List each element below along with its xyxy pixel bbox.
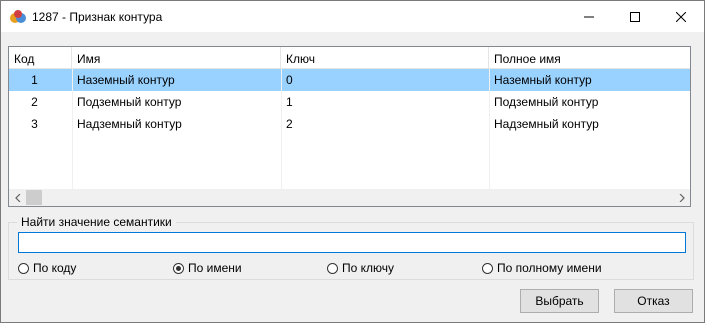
table-row[interactable]: 1 Наземный контур 0 Наземный контур: [9, 69, 690, 91]
app-icon: [10, 10, 26, 23]
radio-label: По имени: [188, 261, 242, 275]
cell-code: 1: [31, 73, 38, 87]
scrollbar-thumb[interactable]: [26, 190, 42, 205]
radio-by-name[interactable]: По имени: [173, 260, 242, 276]
dialog-window: 1287 - Признак контура Код Имя Ключ Полн…: [0, 0, 705, 323]
search-input[interactable]: [18, 232, 686, 253]
close-button[interactable]: [658, 1, 704, 32]
table-row[interactable]: 3 Надземный контур 2 Надземный контур: [9, 113, 690, 135]
cancel-button[interactable]: Отказ: [614, 289, 693, 313]
cell-key: 1: [286, 95, 293, 109]
radio-dot: [482, 262, 493, 274]
chevron-right-icon: [679, 193, 685, 202]
radio-by-full-name[interactable]: По полному имени: [482, 260, 602, 276]
maximize-button[interactable]: [612, 1, 658, 32]
select-button[interactable]: Выбрать: [520, 289, 599, 313]
close-icon: [676, 11, 686, 22]
cell-name: Подземный контур: [77, 95, 182, 109]
scroll-right-button[interactable]: [673, 189, 690, 206]
minimize-button[interactable]: [566, 1, 612, 32]
cell-key: 2: [286, 117, 293, 131]
column-header-name[interactable]: Имя: [72, 47, 281, 69]
column-header-key[interactable]: Ключ: [281, 47, 489, 69]
cell-name: Наземный контур: [77, 73, 175, 87]
cell-full-name: Надземный контур: [494, 117, 599, 131]
table-header: Код Имя Ключ Полное имя: [9, 47, 690, 69]
table-row[interactable]: 2 Подземный контур 1 Подземный контур: [9, 91, 690, 113]
column-divider: [489, 69, 490, 189]
scroll-left-button[interactable]: [9, 189, 26, 206]
minimize-icon: [584, 16, 594, 17]
search-group-label: Найти значение семантики: [17, 215, 176, 229]
cell-code: 2: [31, 95, 38, 109]
radio-by-key[interactable]: По ключу: [327, 260, 394, 276]
radio-dot: [327, 262, 338, 274]
radio-by-code[interactable]: По коду: [18, 260, 76, 276]
cell-name: Надземный контур: [77, 117, 182, 131]
radio-dot-checked: [173, 262, 184, 274]
title-bar: 1287 - Признак контура: [1, 1, 704, 32]
column-header-full-name[interactable]: Полное имя: [489, 47, 690, 69]
radio-label: По полному имени: [497, 261, 602, 275]
chevron-left-icon: [14, 193, 20, 202]
column-header-code[interactable]: Код: [9, 47, 72, 69]
column-divider: [72, 69, 73, 189]
cell-key: 0: [286, 73, 293, 87]
window-title: 1287 - Признак контура: [32, 10, 163, 24]
maximize-icon: [630, 11, 640, 22]
radio-label: По коду: [33, 261, 77, 275]
values-table[interactable]: Код Имя Ключ Полное имя 1 Наземный конту…: [8, 46, 691, 207]
cell-full-name: Подземный контур: [494, 95, 599, 109]
radio-label: По ключу: [342, 261, 395, 275]
cell-full-name: Наземный контур: [494, 73, 592, 87]
column-divider: [281, 69, 282, 189]
horizontal-scrollbar[interactable]: [9, 189, 690, 206]
radio-dot: [18, 262, 29, 274]
cell-code: 3: [31, 117, 38, 131]
